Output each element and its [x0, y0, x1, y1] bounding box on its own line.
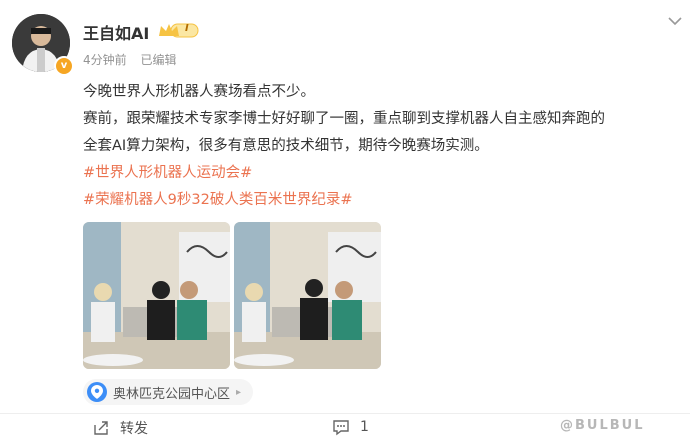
- location-tag[interactable]: 奥林匹克公园中心区 ▸: [83, 379, 254, 405]
- repost-button[interactable]: 转发: [92, 418, 148, 438]
- comment-icon: [333, 420, 349, 436]
- divider: [0, 413, 690, 414]
- post-photo[interactable]: [83, 222, 230, 369]
- watermark: @BULBUL: [560, 418, 645, 433]
- author-name[interactable]: 王自如AI: [83, 20, 149, 44]
- vip-level: I: [185, 23, 189, 34]
- location-pin-icon: [87, 382, 107, 402]
- edited-label: 已编辑: [140, 53, 177, 67]
- location-label: 奥林匹克公园中心区: [113, 386, 231, 402]
- post-text-line: 赛前，跟荣耀技术专家李博士好好聊了一圈，重点聊到支撑机器人自主感知奔跑的: [83, 111, 605, 127]
- comment-button[interactable]: 1: [332, 418, 369, 436]
- hashtag-link[interactable]: #荣耀机器人9秒32破人类百米世界纪录#: [83, 188, 352, 209]
- comment-count: 1: [360, 419, 369, 435]
- hashtag-link[interactable]: #世界人形机器人运动会#: [83, 161, 252, 182]
- post-text-line: 全套AI算力架构，很多有意思的技术细节，期待今晚赛场实测。: [83, 138, 489, 154]
- post-photo[interactable]: [234, 222, 381, 369]
- repost-icon: [94, 421, 108, 435]
- repost-label: 转发: [120, 421, 148, 437]
- chevron-right-icon: ▸: [236, 386, 242, 398]
- more-chevron-icon[interactable]: [668, 16, 682, 26]
- vip-crown-icon[interactable]: [157, 22, 199, 39]
- post-meta: 4分钟前 已编辑: [83, 51, 176, 68]
- verified-badge-icon: v: [54, 56, 74, 76]
- post-time: 4分钟前: [83, 53, 127, 67]
- post-text-line: 今晚世界人形机器人赛场看点不少。: [83, 84, 315, 100]
